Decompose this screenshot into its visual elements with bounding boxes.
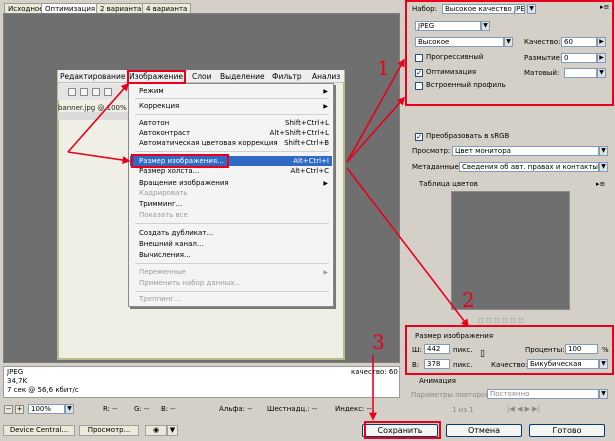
arrow-to-image-size xyxy=(346,167,469,328)
arrow-to-settings xyxy=(346,96,406,163)
arrow-to-image-size-item xyxy=(67,151,131,165)
arrow-to-image-menu xyxy=(67,82,130,153)
arrow-to-settings-top xyxy=(346,58,405,163)
save-for-web-dialog: Исходное Оптимизация 2 варианта 4 вариан… xyxy=(0,0,615,441)
annotation-arrows xyxy=(67,58,469,421)
